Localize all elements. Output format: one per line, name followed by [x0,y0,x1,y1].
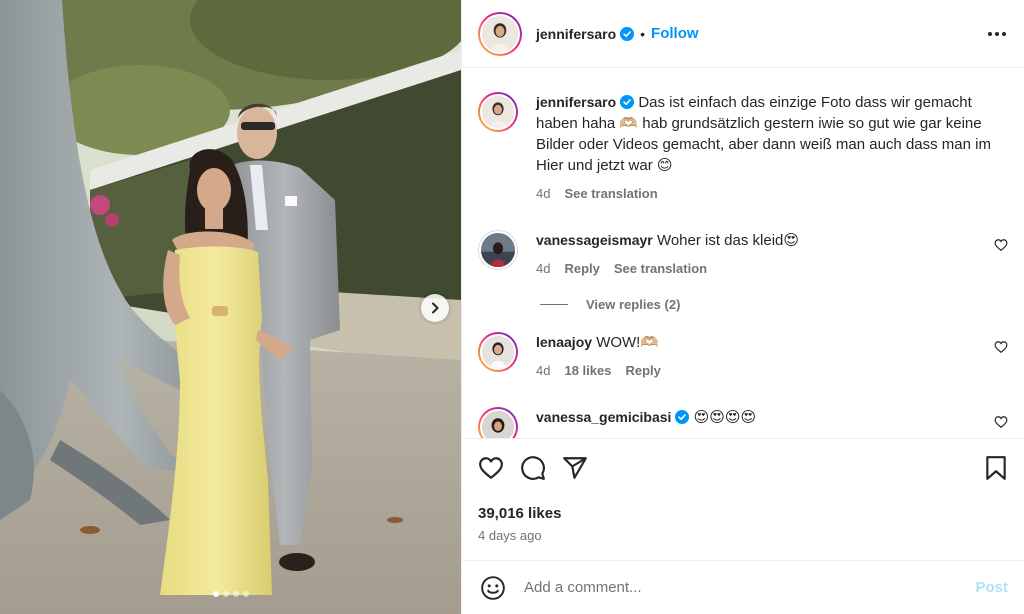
comment-icon [521,456,545,480]
save-button[interactable] [984,455,1008,481]
chevron-right-icon [432,302,439,314]
heart-icon[interactable] [994,340,1008,354]
author-username[interactable]: jennifersaro [536,26,616,42]
comment-avatar[interactable] [478,332,518,372]
carousel-indicator [0,591,461,597]
share-button[interactable] [562,455,588,481]
comment-item: vanessageismayr Woher ist das kleid😍 4d … [478,230,1008,279]
comment-likes[interactable]: 18 likes [564,360,611,381]
carousel-dot [222,591,229,597]
comments-list[interactable]: jennifersaro Das ist einfach das einzige… [462,68,1024,438]
post-comment-button[interactable]: Post [975,579,1008,596]
author-avatar[interactable] [478,11,522,56]
carousel-dot [232,591,239,597]
comment-text: Woher ist das kleid😍 [656,232,800,249]
comment-button[interactable] [520,455,546,481]
post-actions: 39,016 likes 4 days ago [462,438,1024,560]
comment-username[interactable]: vanessageismayr [536,232,653,248]
comment-username[interactable]: vanessa_gemicibasi [536,409,671,425]
comment-input[interactable] [524,579,976,596]
post-media[interactable] [0,0,461,614]
post-details-panel: jennifersaro • Follow jennifersaro Das i… [461,0,1024,614]
header-separator: • [640,25,646,42]
heart-icon[interactable] [994,415,1008,429]
share-icon [563,457,587,479]
more-options-icon[interactable] [988,31,1006,36]
carousel-dot [212,591,219,597]
comment-text: 😍😍😍😍 [693,409,757,426]
reply-button[interactable]: Reply [625,360,660,381]
follow-button[interactable]: Follow [651,25,699,42]
view-replies-label: View replies (2) [586,297,681,312]
comment-time: 4d [536,363,551,378]
caption-username[interactable]: jennifersaro [536,94,616,110]
emoji-icon[interactable] [480,575,506,601]
caption: jennifersaro Das ist einfach das einzige… [478,92,1008,204]
comment-item: vanessa_gemicibasi 😍😍😍😍 [478,407,1008,438]
view-replies-button[interactable]: View replies (2) [540,297,1008,312]
comment-item: lenaajoy WOW!🫶🏼 4d 18 likes Reply [478,332,1008,381]
bookmark-icon [986,456,1006,480]
post-dialog: jennifersaro • Follow jennifersaro Das i… [0,0,1024,614]
comment-avatar[interactable] [478,230,518,270]
comment-username[interactable]: lenaajoy [536,334,592,350]
carousel-next-button[interactable] [421,294,449,322]
heart-icon[interactable] [994,238,1008,252]
post-header: jennifersaro • Follow [462,0,1024,68]
comment-time: 4d [536,261,551,276]
reply-button[interactable]: Reply [564,258,599,279]
caption-time: 4d [536,186,551,201]
post-date: 4 days ago [478,528,542,543]
carousel-dot [242,591,249,597]
verified-badge-icon [675,410,690,424]
verified-badge-icon [620,26,635,41]
verified-badge-icon [620,95,635,109]
comment-avatar[interactable] [478,407,518,438]
heart-icon [479,457,503,479]
comment-text: WOW!🫶🏼 [596,334,660,351]
comment-composer: Post [462,560,1024,614]
caption-avatar[interactable] [478,92,518,132]
like-button[interactable] [478,455,504,481]
see-translation-link[interactable]: See translation [564,183,657,204]
likes-count[interactable]: 39,016 likes [478,505,1008,522]
see-translation-link[interactable]: See translation [614,258,707,279]
post-photo [0,0,461,614]
